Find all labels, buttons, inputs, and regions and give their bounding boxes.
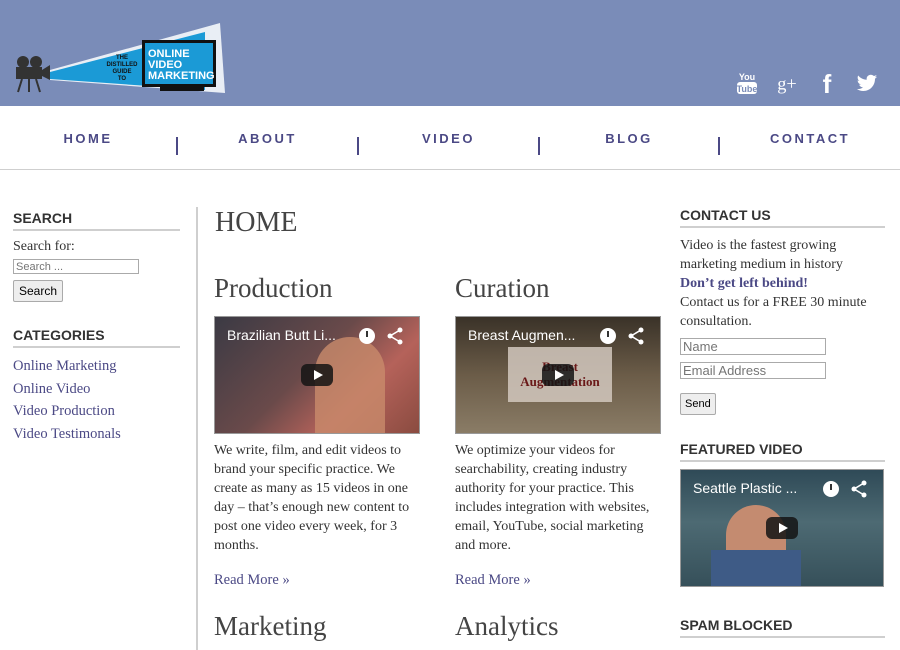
share-icon[interactable] [386,327,404,345]
svg-text:Tube: Tube [737,84,758,94]
share-icon[interactable] [627,327,645,345]
read-more-link[interactable]: Read More » [455,572,661,589]
share-icon[interactable] [850,480,868,498]
categories-widget-title: CATEGORIES [13,327,180,348]
main-nav: HOME ABOUT VIDEO BLOG CONTACT [0,106,900,170]
logo-text: TO [118,76,127,82]
curation-section: Curation Breast Augmentation Breast Augm… [455,273,661,589]
analytics-section: Analytics [455,611,661,642]
search-label: Search for: [13,239,75,254]
search-input[interactable] [13,259,139,274]
svg-text:You: You [739,72,755,82]
section-heading: Marketing [214,611,327,641]
nav-about[interactable]: ABOUT [178,106,357,170]
video-title: Seattle Plastic ... [693,480,798,496]
spam-blocked-title: SPAM BLOCKED [680,617,885,638]
section-text: We optimize your videos for searchabilit… [455,443,650,553]
section-heading: Production [214,273,333,303]
search-button[interactable]: Search [13,280,64,302]
page-title: HOME [215,207,298,238]
social-links: You Tube g+ f [736,70,878,96]
section-text: We write, film, and edit videos to brand… [214,443,410,553]
watch-later-icon[interactable] [600,328,616,344]
video-thumbnail-scrubs [711,550,801,586]
curation-video[interactable]: Breast Augmentation Breast Augmen... [455,316,661,434]
category-link[interactable]: Video Testimonals [13,423,180,446]
facebook-icon[interactable]: f [816,70,838,96]
marketing-section: Marketing [214,611,420,642]
section-heading: Analytics [455,611,559,641]
production-video[interactable]: Brazilian Butt Li... [214,316,420,434]
contact-text-2: Contact us for a FREE 30 minute consulta… [680,295,867,329]
production-section: Production Brazilian Butt Li... We write… [214,273,420,589]
video-title: Brazilian Butt Li... [227,327,336,343]
search-widget-title: SEARCH [13,210,180,231]
site-logo[interactable]: THE DISTILLED GUIDE TO ONLINE VIDEO MARK… [10,18,235,98]
category-link[interactable]: Video Production [13,400,180,423]
categories-list: Online Marketing Online Video Video Prod… [13,355,180,445]
logo-text: THE [116,55,128,61]
play-button-icon[interactable] [301,364,333,386]
featured-video[interactable]: Seattle Plastic ... [680,469,884,587]
logo-text: MARKETING [148,70,215,82]
play-button-icon[interactable] [766,517,798,539]
contact-widget-title: CONTACT US [680,207,885,228]
nav-video[interactable]: VIDEO [359,106,538,170]
featured-video-title: FEATURED VIDEO [680,441,885,462]
play-button-icon[interactable] [542,364,574,386]
sidebar-divider [196,207,198,650]
category-link[interactable]: Online Video [13,378,180,401]
nav-contact[interactable]: CONTACT [720,106,900,170]
youtube-icon[interactable]: You Tube [736,70,758,96]
email-field[interactable] [680,362,826,379]
nav-blog[interactable]: BLOG [540,106,718,170]
svg-text:f: f [823,70,832,96]
contact-emphasis: Don’t get left behind! [680,276,808,291]
name-field[interactable] [680,338,826,355]
nav-home[interactable]: HOME [0,106,176,170]
camera-icon [16,56,50,93]
twitter-icon[interactable] [856,70,878,96]
read-more-link[interactable]: Read More » [214,572,420,589]
send-button[interactable]: Send [680,393,716,415]
svg-text:g+: g+ [777,73,797,93]
contact-text: Video is the fastest growing marketing m… [680,238,843,272]
right-sidebar: CONTACT US Video is the fastest growing … [680,207,885,638]
watch-later-icon[interactable] [359,328,375,344]
category-link[interactable]: Online Marketing [13,355,180,378]
logo-text: DISTILLED [107,62,139,68]
video-title: Breast Augmen... [468,327,576,343]
site-header: THE DISTILLED GUIDE TO ONLINE VIDEO MARK… [0,0,900,106]
logo-text: GUIDE [112,69,131,75]
watch-later-icon[interactable] [823,481,839,497]
section-heading: Curation [455,273,550,303]
left-sidebar: SEARCH Search for: Search CATEGORIES Onl… [13,210,180,445]
google-plus-icon[interactable]: g+ [776,70,798,96]
